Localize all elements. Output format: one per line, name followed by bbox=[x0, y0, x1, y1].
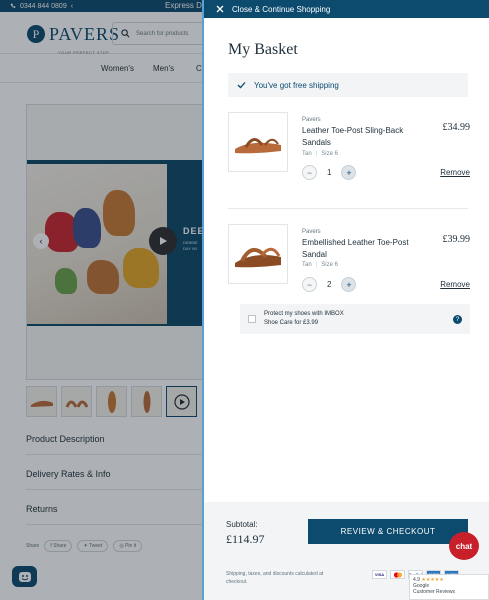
product-thumbnail[interactable] bbox=[228, 224, 288, 284]
decrease-quantity-button[interactable]: − bbox=[302, 165, 317, 180]
item-price: £34.99 bbox=[442, 122, 471, 133]
divider bbox=[228, 208, 468, 209]
shoe-care-addon[interactable]: Protect my shoes with IMBOX Shoe Care fo… bbox=[240, 304, 470, 334]
decrease-quantity-button[interactable]: − bbox=[302, 277, 317, 292]
item-size: Size 6 bbox=[321, 151, 338, 157]
google-reviews-badge[interactable]: 4.9 ★★★★★ Google Customer Reviews bbox=[409, 574, 489, 600]
subtotal-label: Subtotal: bbox=[226, 520, 258, 529]
increase-quantity-button[interactable]: + bbox=[341, 277, 357, 292]
item-brand: Pavers bbox=[302, 117, 321, 123]
item-attributes: Tan | Size 6 bbox=[302, 151, 338, 157]
item-name-link[interactable]: Leather Toe-Post Sling-Back Sandals bbox=[302, 125, 414, 149]
quantity-stepper: − 1 + bbox=[302, 165, 357, 180]
tax-note: Shipping, taxes, and discounts calculate… bbox=[226, 571, 324, 585]
item-brand: Pavers bbox=[302, 229, 321, 235]
item-colour: Tan bbox=[302, 151, 312, 157]
shoe-care-text: Protect my shoes with IMBOX Shoe Care fo… bbox=[264, 311, 344, 326]
remove-item-link[interactable]: Remove bbox=[440, 168, 470, 177]
page-title: My Basket bbox=[228, 41, 298, 58]
free-shipping-banner: You've got free shipping bbox=[228, 73, 468, 97]
item-size: Size 6 bbox=[321, 262, 338, 268]
quantity-value[interactable]: 1 bbox=[327, 168, 331, 177]
item-colour: Tan bbox=[302, 262, 312, 268]
item-price: £39.99 bbox=[442, 234, 471, 245]
mastercard-icon bbox=[390, 570, 405, 579]
product-thumbnail[interactable] bbox=[228, 112, 288, 172]
info-icon[interactable]: ? bbox=[453, 315, 462, 324]
basket-item: Pavers Leather Toe-Post Sling-Back Sanda… bbox=[228, 112, 470, 192]
basket-drawer: Close & Continue Shopping My Basket You'… bbox=[202, 0, 489, 600]
visa-icon: VISA bbox=[372, 570, 387, 579]
item-attributes: Tan | Size 6 bbox=[302, 262, 338, 268]
increase-quantity-button[interactable]: + bbox=[341, 165, 357, 180]
close-label: Close & Continue Shopping bbox=[232, 4, 331, 14]
quantity-value[interactable]: 2 bbox=[327, 280, 331, 289]
page-dim-overlay[interactable] bbox=[0, 0, 202, 600]
item-name-link[interactable]: Embellished Leather Toe-Post Sandal bbox=[302, 237, 414, 261]
close-icon[interactable] bbox=[216, 5, 224, 13]
review-checkout-button[interactable]: REVIEW & CHECKOUT bbox=[308, 519, 468, 544]
reviews-line2: Customer Reviews bbox=[413, 589, 455, 595]
shipping-message: You've got free shipping bbox=[254, 80, 339, 90]
subtotal-value: £114.97 bbox=[226, 532, 265, 546]
remove-item-link[interactable]: Remove bbox=[440, 280, 470, 289]
shoe-care-checkbox[interactable] bbox=[248, 315, 256, 323]
chat-button[interactable]: chat bbox=[449, 532, 479, 560]
basket-item: Pavers Embellished Leather Toe-Post Sand… bbox=[228, 224, 470, 304]
quantity-stepper: − 2 + bbox=[302, 277, 357, 292]
close-continue-shopping[interactable]: Close & Continue Shopping bbox=[204, 0, 489, 18]
checkmark-icon bbox=[237, 82, 246, 89]
